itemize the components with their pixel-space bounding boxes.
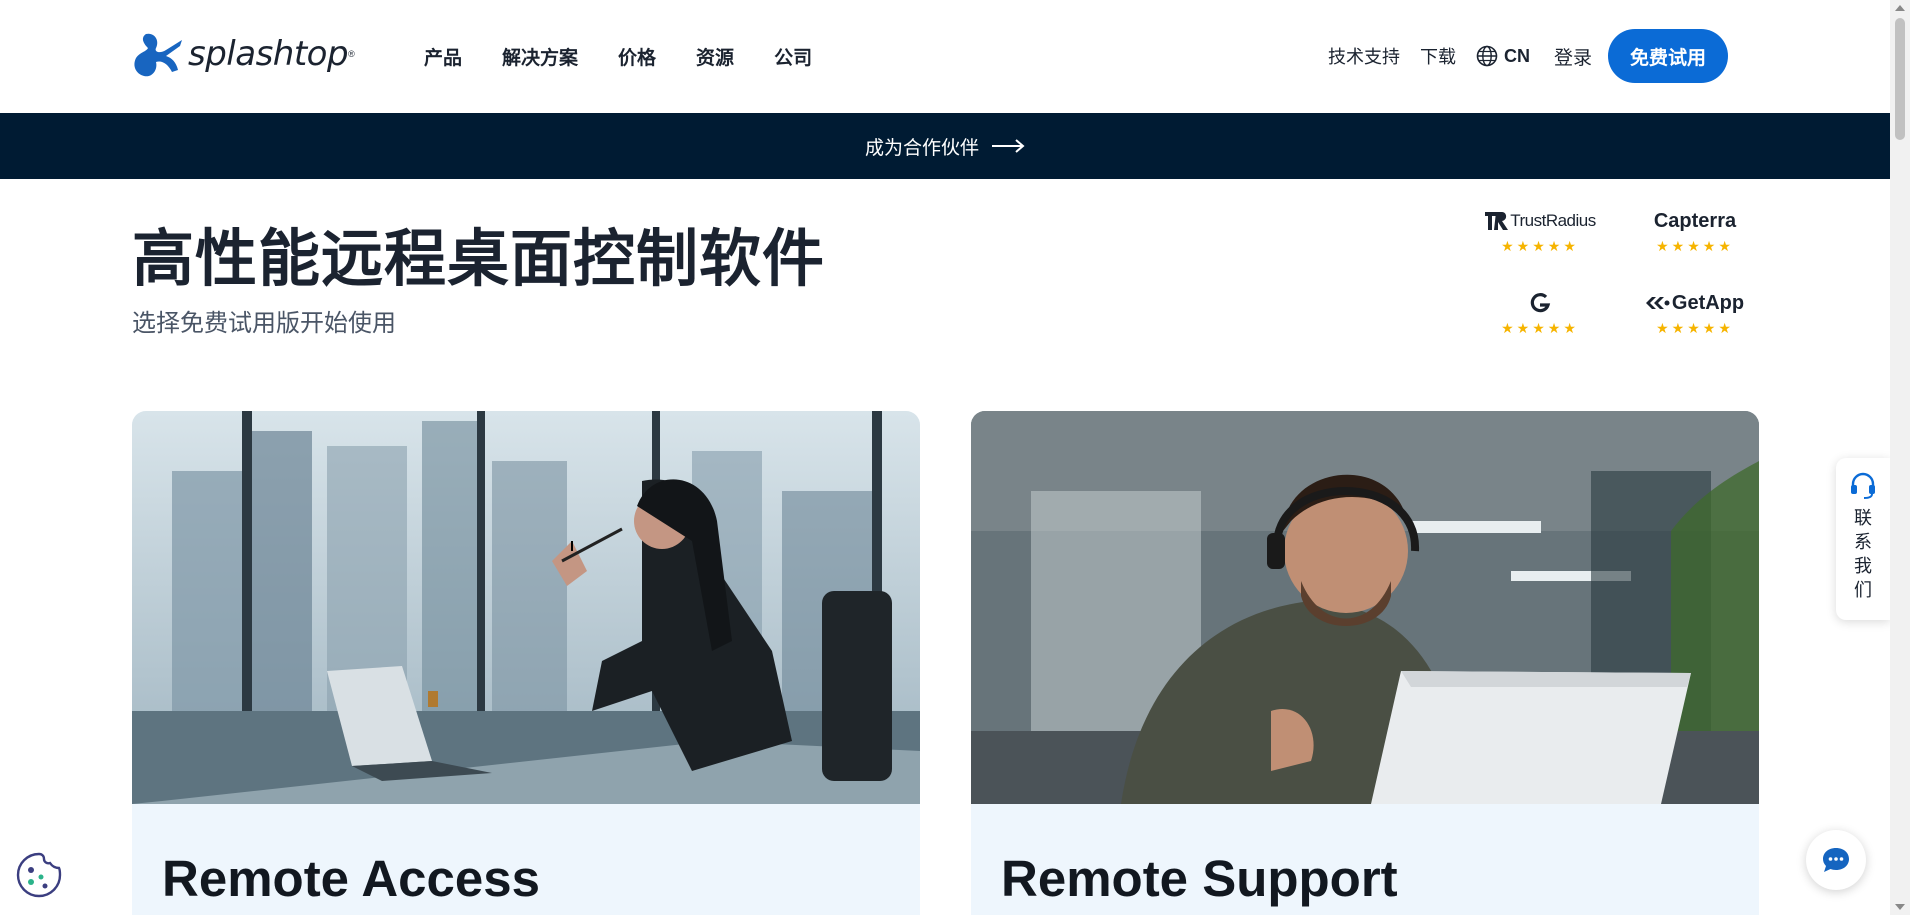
contact-us-label: 联系我们: [1854, 508, 1872, 600]
nav-item-solutions[interactable]: 解决方案: [502, 43, 578, 70]
remote-access-photo: [132, 411, 920, 804]
main-nav: 产品 解决方案 价格 资源 公司: [424, 43, 852, 70]
site-header: splashtop ® 产品 解决方案 价格 资源 公司 技术支持 下载 CN 登…: [0, 0, 1890, 113]
stars-rating: ★★★★★: [1501, 320, 1579, 336]
getapp-label: GetApp: [1671, 291, 1745, 314]
splashtop-logo-icon: [134, 33, 182, 77]
cookie-settings-button[interactable]: [12, 848, 66, 902]
card-title: Remote Support: [1001, 850, 1398, 907]
getapp-logo-icon: [1645, 297, 1670, 309]
partner-banner: 成为合作伙伴: [0, 113, 1890, 179]
chat-widget-button[interactable]: [1806, 830, 1866, 890]
banner-link-label: 成为合作伙伴: [864, 137, 979, 159]
login-link[interactable]: 登录: [1554, 43, 1592, 70]
scroll-down-arrow-icon[interactable]: [1895, 904, 1905, 910]
become-partner-link[interactable]: 成为合作伙伴: [865, 133, 1025, 160]
nav-item-products[interactable]: 产品: [424, 43, 462, 70]
card-title: Remote Access: [162, 850, 540, 907]
scroll-up-arrow-icon[interactable]: [1895, 5, 1905, 11]
remote-support-photo: [971, 411, 1759, 804]
trustradius-label: TrustRadius: [1510, 211, 1596, 230]
arrow-right-icon: [992, 139, 1025, 153]
nav-item-company[interactable]: 公司: [774, 43, 812, 70]
rating-getapp[interactable]: GetApp ★★★★★: [1625, 288, 1765, 337]
headset-icon: [1851, 472, 1875, 499]
stars-rating: ★★★★★: [1656, 320, 1734, 336]
scrollbar-thumb[interactable]: [1895, 18, 1905, 140]
download-link[interactable]: 下载: [1420, 43, 1456, 69]
logo-wordmark: splashtop: [188, 34, 349, 74]
nav-item-pricing[interactable]: 价格: [618, 43, 656, 70]
stars-rating: ★★★★★: [1501, 238, 1579, 254]
cookie-icon: [16, 852, 62, 898]
office-woman-photo: [132, 411, 920, 804]
capterra-label: Capterra: [1653, 209, 1737, 232]
remote-support-card[interactable]: Remote Support: [971, 411, 1759, 915]
support-agent-photo: [971, 411, 1759, 804]
nav-item-resources[interactable]: 资源: [696, 43, 734, 70]
support-link[interactable]: 技术支持: [1328, 43, 1400, 69]
splashtop-logo[interactable]: splashtop ®: [132, 30, 355, 78]
rating-capterra[interactable]: Capterra ★★★★★: [1625, 206, 1765, 255]
page-scrollbar[interactable]: [1890, 0, 1910, 915]
remote-access-card[interactable]: Remote Access: [132, 411, 920, 915]
rating-g2[interactable]: ★★★★★: [1470, 288, 1610, 337]
page-subtitle: 选择免费试用版开始使用: [132, 310, 396, 337]
page-title: 高性能远程桌面控制软件: [132, 225, 826, 294]
rating-trustradius[interactable]: TrustRadius ★★★★★: [1470, 206, 1610, 255]
globe-icon: [1476, 45, 1498, 67]
g2-logo-icon: [1530, 293, 1551, 313]
utility-nav: 技术支持 下载 CN 登录 免费试用: [1308, 28, 1728, 84]
contact-us-tab[interactable]: 联系我们: [1836, 458, 1890, 620]
free-trial-button[interactable]: 免费试用: [1607, 29, 1728, 83]
stars-rating: ★★★★★: [1656, 238, 1734, 254]
chat-icon: [1823, 848, 1849, 872]
review-ratings: TrustRadius ★★★★★ Capterra ★★★★★ ★★★★★ G…: [1470, 206, 1770, 346]
trustradius-logo-icon: [1485, 212, 1509, 230]
language-label: CN: [1503, 45, 1530, 66]
language-selector[interactable]: CN: [1476, 45, 1530, 67]
